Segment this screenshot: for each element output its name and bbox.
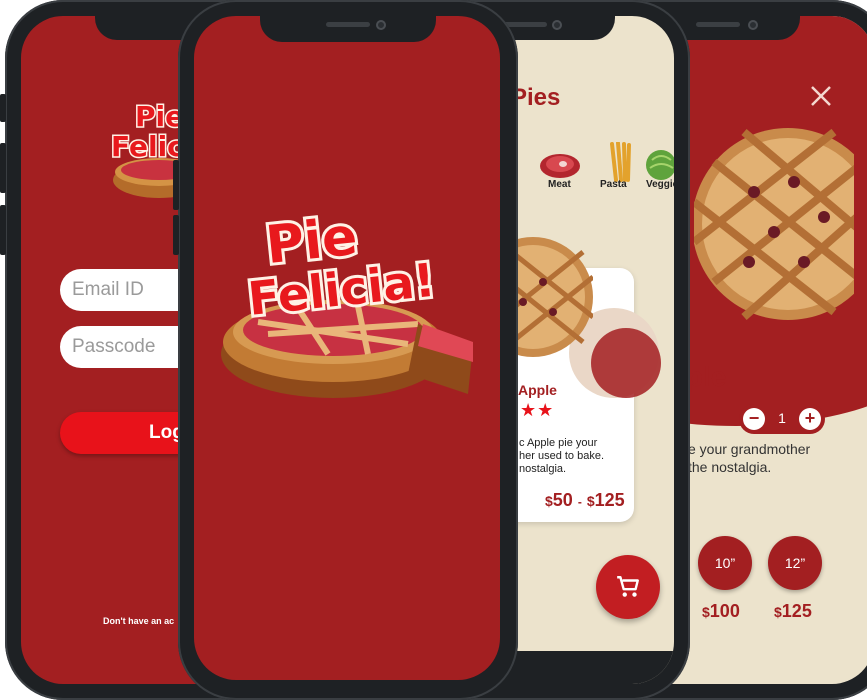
price-value: 125 bbox=[781, 601, 812, 621]
detail-description: e your grandmother the nostalgia. bbox=[688, 440, 810, 476]
signup-link[interactable]: Don't have an ac bbox=[103, 616, 174, 626]
currency-symbol: $ bbox=[774, 604, 782, 620]
category-veggie[interactable]: Veggie bbox=[646, 179, 674, 190]
menu-title: Pies bbox=[511, 84, 561, 111]
side-button bbox=[0, 94, 6, 122]
minus-button[interactable]: − bbox=[743, 408, 765, 430]
quantity-stepper: − 1 + bbox=[739, 404, 825, 434]
detail-name: ple bbox=[686, 361, 727, 392]
price-min: 50 bbox=[552, 490, 573, 510]
product-description: c Apple pie your her used to bake. nosta… bbox=[519, 437, 604, 476]
detail-description-line: the nostalgia. bbox=[688, 459, 772, 475]
price-separator: - bbox=[577, 495, 582, 509]
product-description-line: nostalgia. bbox=[519, 463, 567, 475]
speaker bbox=[326, 22, 370, 27]
splash-logo: Pie Felicia! bbox=[221, 204, 473, 398]
size-price-12: $125 bbox=[774, 601, 812, 622]
size-button-10[interactable]: 10” bbox=[698, 536, 752, 590]
side-button bbox=[0, 143, 6, 193]
size-button-12[interactable]: 12” bbox=[768, 536, 822, 590]
price-max: 125 bbox=[594, 490, 625, 510]
product-description-line: c Apple pie your bbox=[519, 437, 598, 449]
phone-splash: Pie Felicia! bbox=[173, 0, 518, 700]
product-description-line: her used to bake. bbox=[519, 450, 605, 462]
category-meat[interactable]: Meat bbox=[548, 179, 571, 190]
pie-image bbox=[694, 128, 854, 320]
logo-small-line1: Pie bbox=[135, 100, 184, 133]
splash-screen: Pie Felicia! bbox=[194, 16, 500, 680]
side-button bbox=[173, 160, 179, 210]
detail-description-line: e your grandmother bbox=[688, 441, 811, 457]
notch bbox=[260, 14, 436, 42]
category-pasta[interactable]: Pasta bbox=[600, 179, 627, 190]
steak-icon bbox=[540, 154, 580, 178]
product-name: Apple bbox=[518, 382, 557, 398]
side-button bbox=[0, 205, 6, 255]
cart-button[interactable] bbox=[596, 555, 660, 619]
close-icon[interactable] bbox=[811, 86, 831, 106]
side-button bbox=[173, 215, 179, 255]
speaker bbox=[503, 22, 547, 27]
size-price-10: $100 bbox=[702, 601, 740, 622]
plus-button[interactable]: + bbox=[799, 408, 821, 430]
currency-symbol: $ bbox=[545, 493, 553, 509]
price-value: 100 bbox=[709, 601, 740, 621]
camera bbox=[748, 20, 758, 30]
camera bbox=[552, 20, 562, 30]
currency-symbol: $ bbox=[702, 604, 710, 620]
currency-symbol: $ bbox=[586, 493, 595, 509]
cabbage-icon bbox=[646, 150, 674, 180]
speaker bbox=[696, 22, 740, 27]
card-decor-circle bbox=[591, 328, 661, 398]
camera bbox=[376, 20, 386, 30]
price-range: $50 - $125 bbox=[545, 490, 625, 511]
quantity-value: 1 bbox=[778, 410, 786, 426]
logo-small-line2: Felic bbox=[111, 130, 184, 163]
rating-stars: ★★ bbox=[520, 400, 555, 420]
pasta-icon bbox=[610, 142, 631, 182]
shopping-cart-icon bbox=[617, 576, 639, 597]
